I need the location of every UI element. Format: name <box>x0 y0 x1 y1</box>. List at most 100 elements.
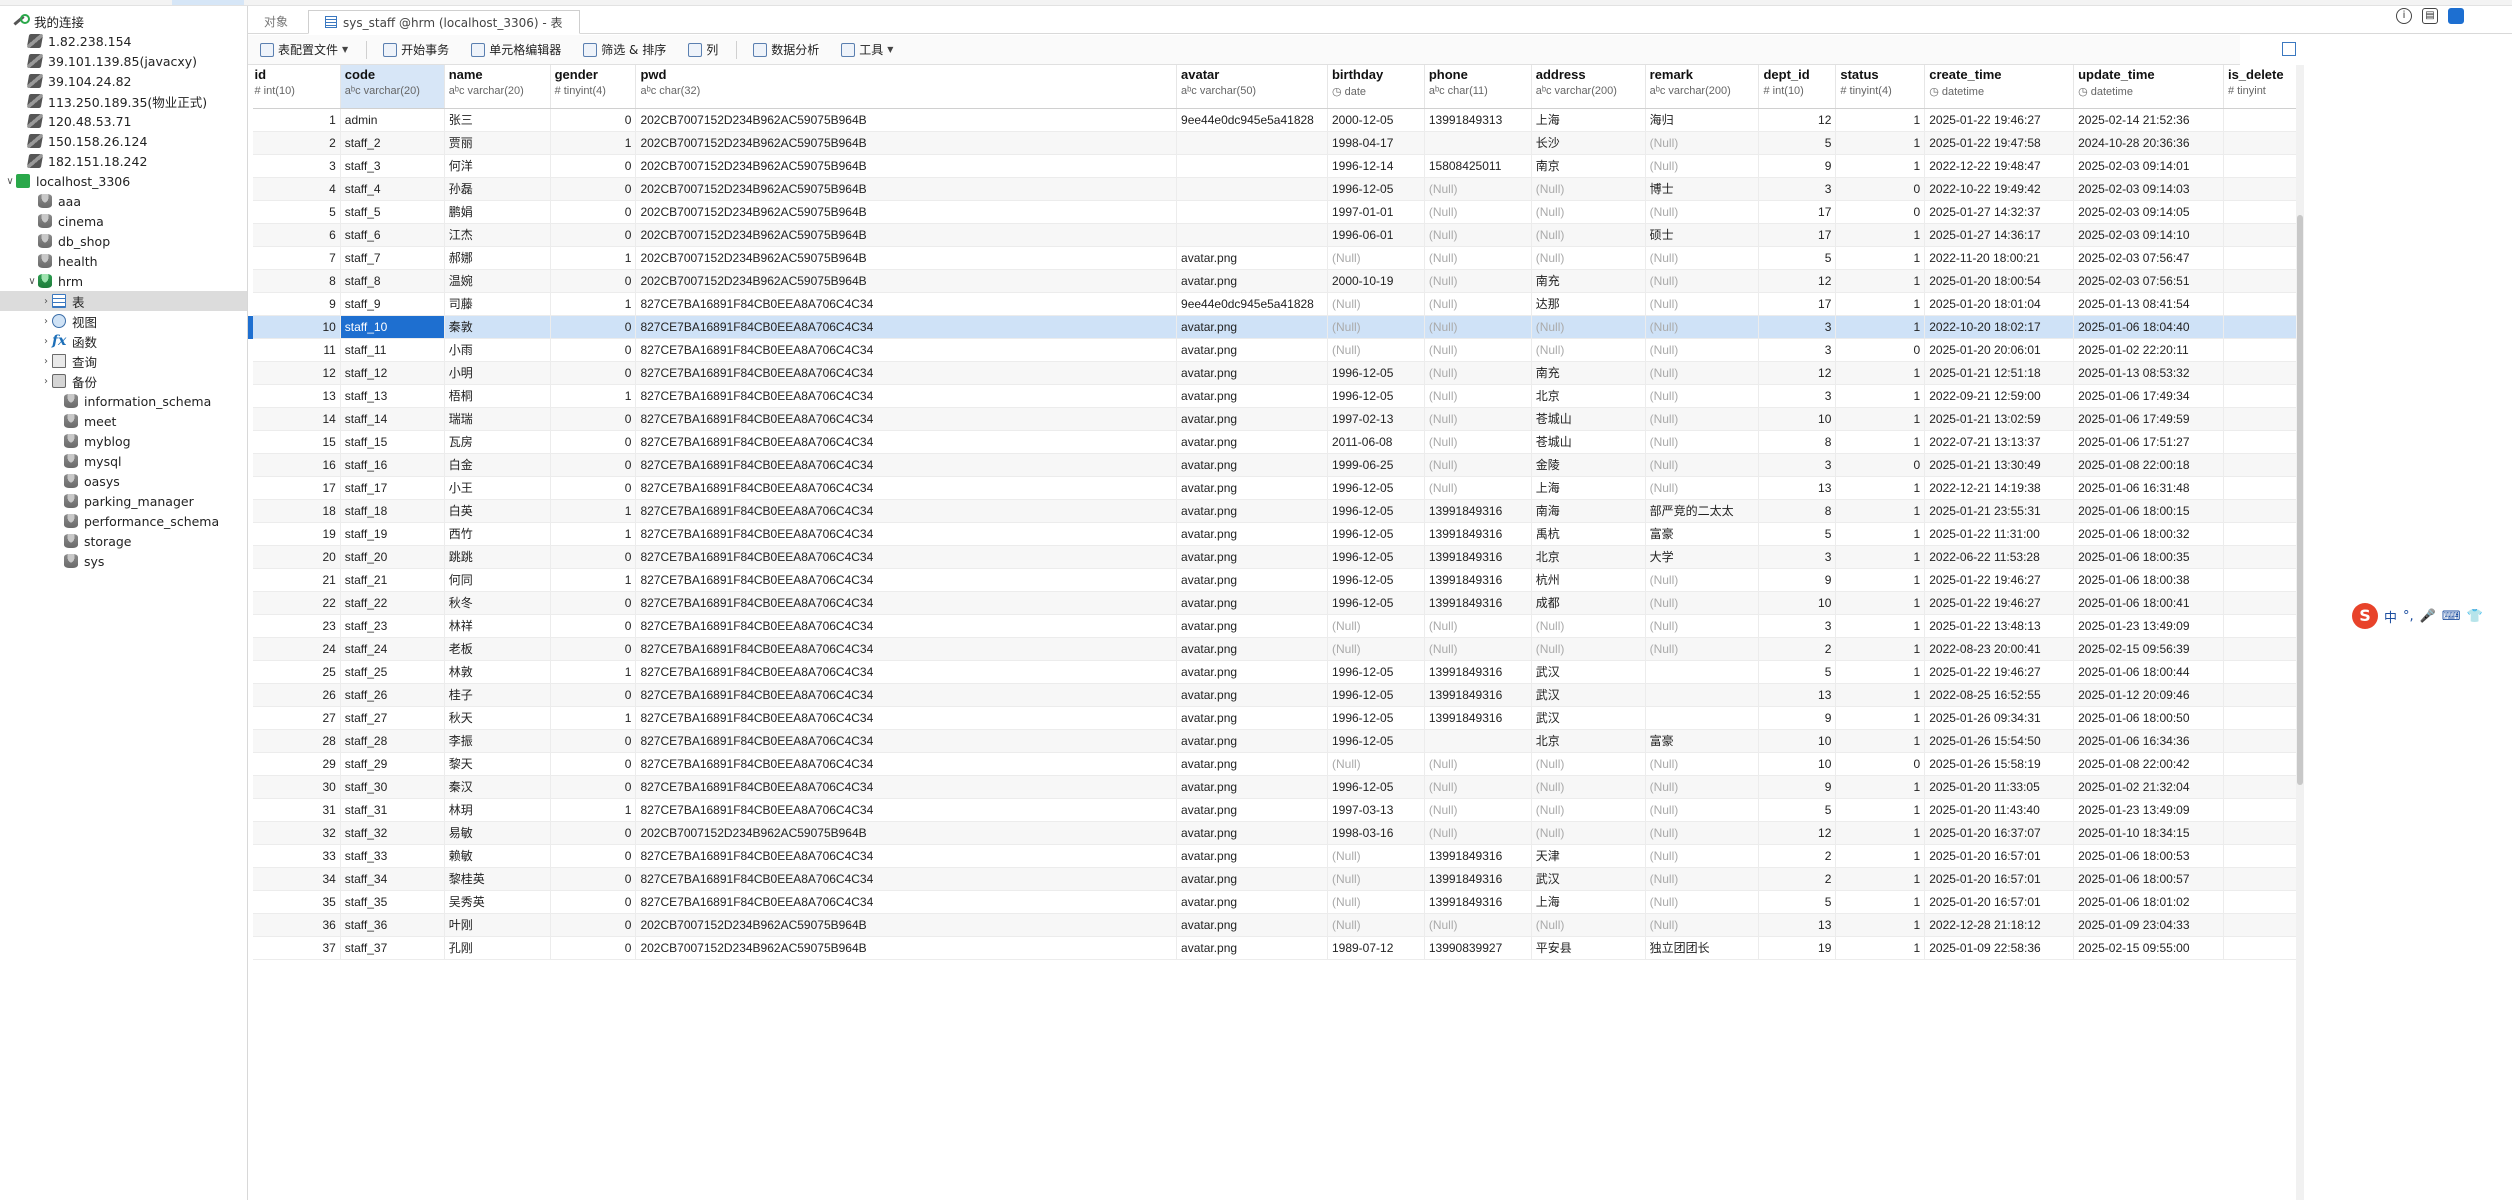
tab-sys-staff[interactable]: sys_staff @hrm (localhost_3306) - 表 <box>308 10 580 34</box>
table-cell-avatar[interactable]: avatar.png <box>1176 269 1328 293</box>
table-cell-id[interactable]: 17 <box>250 476 341 500</box>
table-cell-status[interactable]: 1 <box>1835 568 1926 592</box>
table-cell-address[interactable]: (Null) <box>1531 200 1646 224</box>
table-cell-is-delete[interactable] <box>2223 361 2302 385</box>
database-item[interactable]: health <box>0 251 247 271</box>
ime-item-icon[interactable]: ⌨ <box>2442 609 2461 624</box>
table-cell-avatar[interactable] <box>1176 131 1328 155</box>
table-cell-birthday[interactable]: 1989-07-12 <box>1327 936 1425 960</box>
ddl-icon[interactable]: ▤ <box>2422 8 2438 24</box>
column-header-birthday[interactable]: birthday ◷ date <box>1327 65 1425 109</box>
table-cell-update-time[interactable]: 2025-01-08 22:00:42 <box>2073 752 2224 776</box>
table-cell-update-time[interactable]: 2025-02-03 09:14:10 <box>2073 223 2224 247</box>
table-cell-id[interactable]: 15 <box>250 430 341 454</box>
table-cell-name[interactable]: 司藤 <box>444 292 551 316</box>
table-row[interactable]: 26 staff_26 桂子 0 827CE7BA16891F84CB0EEA8A706… <box>250 683 2302 707</box>
table-cell-name[interactable]: 桂子 <box>444 683 551 707</box>
table-cell-update-time[interactable]: 2025-01-13 08:53:32 <box>2073 361 2224 385</box>
table-cell-remark[interactable] <box>1645 706 1760 730</box>
table-cell-pwd[interactable]: 827CE7BA16891F84CB0EEA8A706C4C34 <box>635 522 1178 546</box>
table-cell-birthday[interactable]: 1996-12-05 <box>1327 476 1425 500</box>
table-cell-is-delete[interactable] <box>2223 614 2302 638</box>
chevron-icon[interactable]: › <box>40 356 52 367</box>
table-cell-name[interactable]: 秋天 <box>444 706 551 730</box>
table-cell-update-time[interactable]: 2025-01-06 18:00:50 <box>2073 706 2224 730</box>
table-cell-update-time[interactable]: 2025-01-06 16:34:36 <box>2073 729 2224 753</box>
table-cell-gender[interactable]: 0 <box>550 338 637 362</box>
table-cell-status[interactable]: 1 <box>1835 361 1926 385</box>
table-cell-is-delete[interactable] <box>2223 338 2302 362</box>
table-cell-code[interactable]: staff_36 <box>340 913 445 937</box>
table-cell-remark[interactable]: (Null) <box>1645 614 1760 638</box>
table-cell-update-time[interactable]: 2025-01-13 08:41:54 <box>2073 292 2224 316</box>
table-cell-birthday[interactable]: 2011-06-08 <box>1327 430 1425 454</box>
table-cell-create-time[interactable]: 2025-01-22 19:46:27 <box>1924 591 2075 615</box>
table-cell-gender[interactable]: 1 <box>550 292 637 316</box>
table-cell-address[interactable]: 金陵 <box>1531 453 1646 477</box>
table-cell-gender[interactable]: 0 <box>550 936 637 960</box>
table-cell-avatar[interactable]: avatar.png <box>1176 890 1328 914</box>
table-cell-status[interactable]: 1 <box>1835 867 1926 891</box>
table-cell-name[interactable]: 林玥 <box>444 798 551 822</box>
table-cell-create-time[interactable]: 2022-08-25 16:52:55 <box>1924 683 2075 707</box>
table-cell-pwd[interactable]: 827CE7BA16891F84CB0EEA8A706C4C34 <box>635 775 1178 799</box>
table-cell-birthday[interactable]: 1998-03-16 <box>1327 821 1425 845</box>
database-item[interactable]: sys <box>0 551 247 571</box>
table-cell-pwd[interactable]: 827CE7BA16891F84CB0EEA8A706C4C34 <box>635 568 1178 592</box>
table-cell-update-time[interactable]: 2025-01-02 21:32:04 <box>2073 775 2224 799</box>
table-cell-status[interactable]: 1 <box>1835 223 1926 247</box>
table-cell-remark[interactable]: (Null) <box>1645 890 1760 914</box>
table-cell-gender[interactable]: 0 <box>550 591 637 615</box>
table-cell-name[interactable]: 张三 <box>444 108 551 132</box>
table-cell-address[interactable]: 北京 <box>1531 384 1646 408</box>
table-cell-dept-id[interactable]: 3 <box>1758 177 1837 201</box>
table-cell-name[interactable]: 易敏 <box>444 821 551 845</box>
table-cell-pwd[interactable]: 827CE7BA16891F84CB0EEA8A706C4C34 <box>635 660 1178 684</box>
table-cell-dept-id[interactable]: 17 <box>1758 200 1837 224</box>
table-row[interactable]: 8 staff_8 温婉 0 202CB7007152D234B962AC59075B9… <box>250 269 2302 293</box>
connection-item[interactable]: 120.48.53.71 <box>0 111 247 131</box>
column-header-remark[interactable]: remark aᵇc varchar(200) <box>1645 65 1760 109</box>
table-cell-birthday[interactable]: 1996-12-05 <box>1327 683 1425 707</box>
table-cell-pwd[interactable]: 827CE7BA16891F84CB0EEA8A706C4C34 <box>635 614 1178 638</box>
table-cell-status[interactable]: 1 <box>1835 729 1926 753</box>
table-cell-dept-id[interactable]: 3 <box>1758 384 1837 408</box>
table-cell-status[interactable]: 0 <box>1835 338 1926 362</box>
table-cell-is-delete[interactable] <box>2223 154 2302 178</box>
table-cell-is-delete[interactable] <box>2223 453 2302 477</box>
table-cell-birthday[interactable]: 1999-06-25 <box>1327 453 1425 477</box>
table-cell-birthday[interactable]: 1996-12-05 <box>1327 361 1425 385</box>
column-header-status[interactable]: status # tinyint(4) <box>1835 65 1926 109</box>
table-cell-name[interactable]: 西竹 <box>444 522 551 546</box>
table-cell-create-time[interactable]: 2025-01-20 20:06:01 <box>1924 338 2075 362</box>
table-cell-pwd[interactable]: 202CB7007152D234B962AC59075B964B <box>635 913 1178 937</box>
table-cell-birthday[interactable]: 1996-12-05 <box>1327 706 1425 730</box>
table-cell-id[interactable]: 8 <box>250 269 341 293</box>
table-cell-address[interactable]: 武汉 <box>1531 683 1646 707</box>
table-cell-address[interactable]: 长沙 <box>1531 131 1646 155</box>
table-cell-name[interactable]: 小王 <box>444 476 551 500</box>
table-cell-birthday[interactable]: 1996-12-05 <box>1327 660 1425 684</box>
table-cell-phone[interactable]: (Null) <box>1424 200 1532 224</box>
table-cell-avatar[interactable] <box>1176 177 1328 201</box>
table-cell-address[interactable]: 武汉 <box>1531 706 1646 730</box>
table-cell-birthday[interactable]: (Null) <box>1327 614 1425 638</box>
table-cell-phone[interactable]: 13991849316 <box>1424 683 1532 707</box>
table-cell-update-time[interactable]: 2025-01-06 18:00:38 <box>2073 568 2224 592</box>
table-cell-address[interactable]: (Null) <box>1531 798 1646 822</box>
table-cell-id[interactable]: 12 <box>250 361 341 385</box>
connection-localhost[interactable]: ∨ localhost_3306 <box>0 171 247 191</box>
table-cell-name[interactable]: 吴秀英 <box>444 890 551 914</box>
table-cell-code[interactable]: staff_33 <box>340 844 445 868</box>
table-cell-update-time[interactable]: 2025-01-23 13:49:09 <box>2073 614 2224 638</box>
table-cell-pwd[interactable]: 827CE7BA16891F84CB0EEA8A706C4C34 <box>635 729 1178 753</box>
table-cell-remark[interactable]: (Null) <box>1645 384 1760 408</box>
table-cell-address[interactable]: 武汉 <box>1531 867 1646 891</box>
table-row[interactable]: 9 staff_9 司藤 1 827CE7BA16891F84CB0EEA8A706C4… <box>250 292 2302 316</box>
table-cell-birthday[interactable]: 1996-12-05 <box>1327 499 1425 523</box>
table-cell-status[interactable]: 1 <box>1835 660 1926 684</box>
table-cell-update-time[interactable]: 2025-01-06 16:31:48 <box>2073 476 2224 500</box>
table-cell-code[interactable]: staff_2 <box>340 131 445 155</box>
table-cell-is-delete[interactable] <box>2223 660 2302 684</box>
table-cell-status[interactable]: 1 <box>1835 913 1926 937</box>
